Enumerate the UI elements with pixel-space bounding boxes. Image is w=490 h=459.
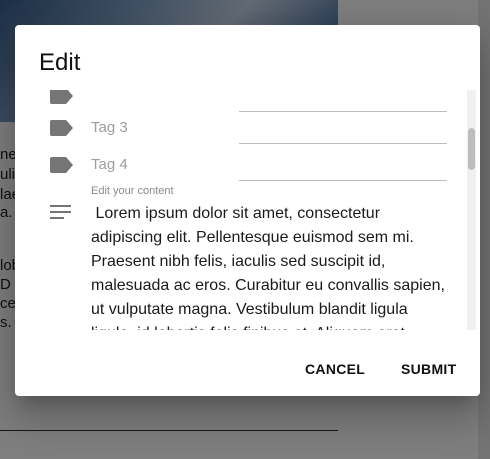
- dialog-actions: CANCEL SUBMIT: [15, 355, 480, 385]
- tag-4-field[interactable]: [239, 145, 447, 181]
- submit-button[interactable]: SUBMIT: [401, 361, 456, 377]
- content-caption: Edit your content: [91, 185, 174, 197]
- tag-icon: [50, 157, 74, 173]
- tag-row: Tag 4: [15, 145, 480, 181]
- tag-3-field[interactable]: [239, 108, 447, 144]
- content-textarea[interactable]: Lorem ipsum dolor sit amet, consectetur …: [91, 202, 451, 330]
- notes-icon: [50, 205, 71, 219]
- cancel-button[interactable]: CANCEL: [305, 361, 365, 377]
- dialog-title: Edit: [39, 49, 81, 76]
- tag-4-label: Tag 4: [91, 156, 128, 173]
- scrollbar-track[interactable]: [467, 90, 476, 330]
- edit-dialog: Edit Tag 3 Tag 4 Edit your content Lorem…: [15, 25, 480, 396]
- scrollbar-thumb[interactable]: [468, 128, 475, 170]
- dialog-content[interactable]: Tag 3 Tag 4 Edit your content Lorem ipsu…: [15, 90, 480, 330]
- tag-3-label: Tag 3: [91, 119, 128, 136]
- tag-row: Tag 3: [15, 108, 480, 144]
- tag-icon: [50, 90, 74, 104]
- tag-icon: [50, 120, 74, 136]
